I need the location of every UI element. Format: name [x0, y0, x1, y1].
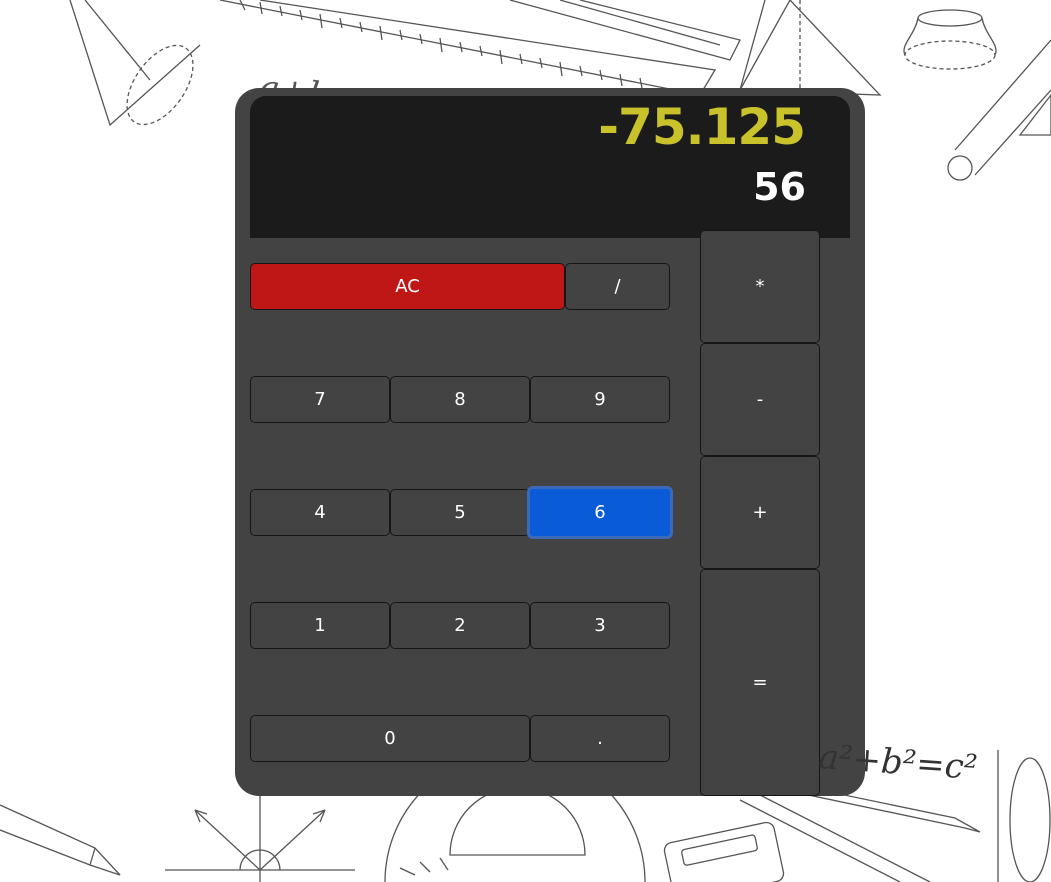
previous-operand: -75.125	[598, 98, 806, 156]
digit-7-button[interactable]: 7	[250, 376, 390, 423]
digit-6-button[interactable]: 6	[527, 486, 673, 539]
digit-4-button[interactable]: 4	[250, 489, 390, 536]
decimal-button[interactable]: .	[530, 715, 670, 762]
calculator: -75.125 56 AC / * - + = 7 8 9 4 5 6 1 2 …	[235, 88, 865, 796]
current-operand: 56	[753, 165, 806, 209]
divide-button[interactable]: /	[565, 263, 670, 310]
digit-1-button[interactable]: 1	[250, 602, 390, 649]
all-clear-button[interactable]: AC	[250, 263, 565, 310]
digit-3-button[interactable]: 3	[530, 602, 670, 649]
equals-button[interactable]: =	[700, 569, 820, 796]
digit-8-button[interactable]: 8	[390, 376, 530, 423]
digit-0-button[interactable]: 0	[250, 715, 530, 762]
multiply-button[interactable]: *	[700, 230, 820, 343]
subtract-button[interactable]: -	[700, 343, 820, 456]
display-panel: -75.125 56	[250, 96, 850, 238]
add-button[interactable]: +	[700, 456, 820, 569]
digit-5-button[interactable]: 5	[390, 489, 530, 536]
digit-2-button[interactable]: 2	[390, 602, 530, 649]
digit-9-button[interactable]: 9	[530, 376, 670, 423]
